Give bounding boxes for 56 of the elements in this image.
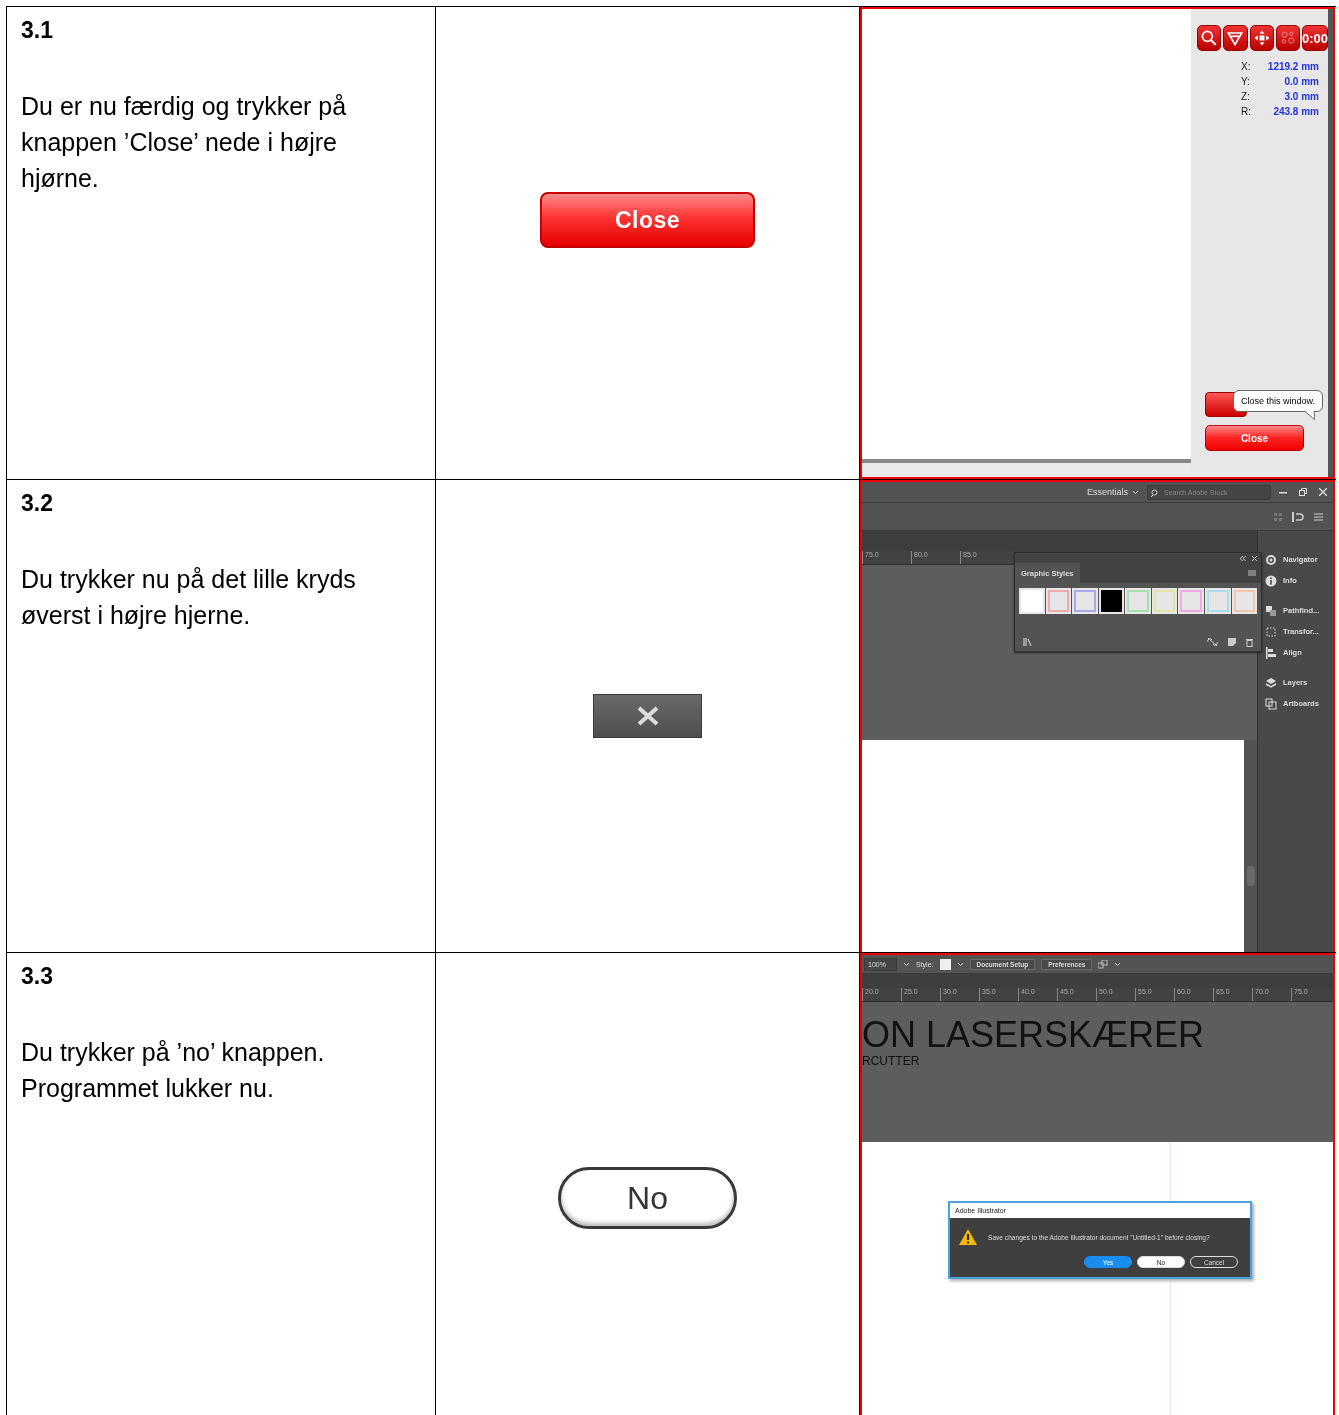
timer-button[interactable]: 0:00 [1302, 25, 1328, 51]
trash-icon[interactable] [1246, 637, 1253, 647]
tooltip-tail [1305, 411, 1316, 420]
coordinate-value: 1219.2 mm [1266, 61, 1319, 72]
unlink-icon[interactable] [1207, 638, 1218, 646]
instruction-text: Du er nu færdig og trykker på knappen ’Close’ nede i højre hjørne. [21, 91, 348, 194]
step-number: 3.1 [21, 17, 54, 44]
library-icon[interactable] [1023, 638, 1033, 646]
chevron-icon [1132, 489, 1139, 495]
axis-label: X: [1241, 61, 1252, 72]
style-swatch[interactable] [1074, 590, 1096, 612]
collapse-icon[interactable] [1240, 555, 1246, 561]
workspace-menu[interactable]: Essentials [1086, 487, 1139, 497]
layers-icon [1265, 676, 1277, 689]
style-swatch[interactable] [1100, 590, 1123, 612]
instruction-text: Du trykker på ’no’ knappen. Programmet lukker nu. [21, 1037, 326, 1104]
tool-button[interactable] [1197, 25, 1222, 51]
artboards-icon [1265, 697, 1277, 710]
close-icon [635, 706, 660, 726]
no-button[interactable]: No [558, 1167, 737, 1229]
search-icon [1151, 488, 1161, 497]
close-button[interactable]: Close [540, 192, 755, 248]
pathfinder-icon [1265, 604, 1277, 617]
dropdown-icon [956, 961, 964, 967]
step-number: 3.2 [21, 490, 54, 517]
close-icon[interactable] [1252, 555, 1257, 561]
axis-label: R: [1241, 106, 1252, 117]
new-icon[interactable] [1228, 638, 1236, 646]
transform-icon [1265, 625, 1277, 638]
axis-label: Z: [1241, 91, 1251, 102]
style-swatch[interactable] [1047, 590, 1070, 612]
close-button[interactable] [593, 694, 702, 738]
axis-label: Y: [1241, 76, 1251, 87]
tool-button[interactable] [1275, 25, 1300, 51]
coordinate-value: 0.0 mm [1283, 76, 1319, 87]
coordinate-value: 243.8 mm [1272, 106, 1319, 117]
document-heading: ON LASERSKÆRER [862, 1016, 1206, 1054]
info-icon [1265, 574, 1277, 587]
instruction-text: Du trykker nu på det lille kryds øverst i højre hjerne. [21, 564, 357, 631]
warning-icon [958, 1228, 978, 1246]
close-icon[interactable] [1319, 488, 1327, 496]
document-subheading: RCUTTER [862, 1054, 921, 1068]
restore-icon[interactable] [1299, 488, 1307, 496]
dropdown-icon [1114, 961, 1122, 967]
chevron-icon [903, 961, 910, 967]
tool-button[interactable] [1223, 25, 1248, 51]
style-swatch[interactable] [1180, 590, 1202, 612]
close-button[interactable]: Close [1205, 425, 1304, 451]
step-number: 3.3 [21, 963, 54, 990]
gear-icon [1265, 553, 1277, 566]
coordinate-value: 3.0 mm [1283, 91, 1319, 102]
arrange-icon[interactable] [1292, 511, 1304, 522]
align-icon [1265, 646, 1277, 659]
style-swatch[interactable] [939, 958, 951, 970]
tool-button[interactable] [1249, 25, 1274, 51]
arrange-icon[interactable] [1098, 959, 1109, 969]
